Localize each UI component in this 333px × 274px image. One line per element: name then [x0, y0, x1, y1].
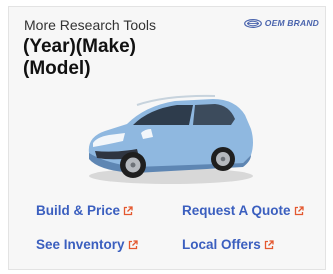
request-a-quote-label: Request A Quote — [182, 203, 291, 218]
see-inventory-link[interactable]: See Inventory — [36, 237, 138, 252]
local-offers-label: Local Offers — [182, 237, 261, 252]
external-link-icon — [264, 239, 274, 249]
local-offers-link[interactable]: Local Offers — [182, 237, 274, 252]
build-and-price-label: Build & Price — [36, 203, 121, 218]
brand-label: OEM BRAND — [264, 18, 319, 28]
vehicle-title-line-1: (Year)(Make) — [23, 36, 136, 57]
brand-logo: OEM BRAND — [243, 18, 319, 28]
request-a-quote-link[interactable]: Request A Quote — [182, 203, 304, 218]
card-subtitle: More Research Tools — [24, 17, 157, 33]
research-tools-card: More Research Tools (Year)(Make) (Model)… — [8, 6, 326, 270]
vehicle-title: (Year)(Make) (Model) — [23, 36, 193, 80]
external-link-icon — [128, 239, 138, 249]
car-image — [88, 94, 253, 184]
external-link-icon — [123, 205, 133, 215]
see-inventory-label: See Inventory — [36, 237, 125, 252]
build-and-price-link[interactable]: Build & Price — [36, 203, 133, 218]
external-link-icon — [294, 205, 304, 215]
vehicle-title-line-2: (Model) — [23, 58, 91, 79]
brand-logo-icon — [243, 18, 262, 28]
